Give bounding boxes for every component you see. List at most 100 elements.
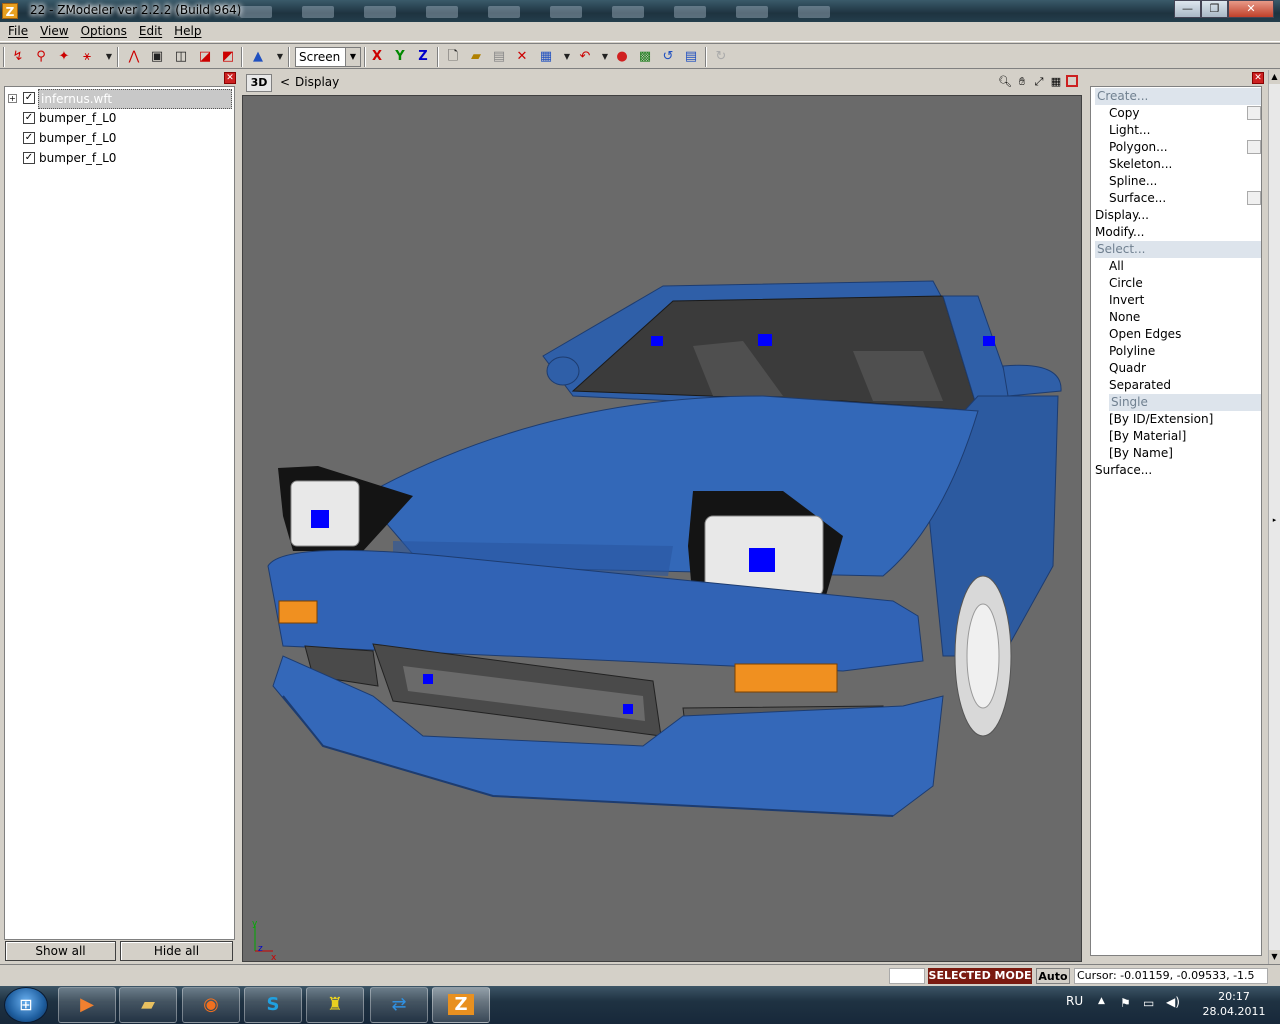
open-folder-icon[interactable]: ▰ <box>467 48 485 66</box>
cube-icon[interactable]: ◫ <box>172 48 190 66</box>
axis-z-toggle[interactable]: Z <box>414 48 432 66</box>
scroll-down-icon[interactable]: ▼ <box>1269 950 1280 964</box>
cube-edge-icon[interactable]: ◩ <box>219 48 237 66</box>
dropdown-arrow-icon[interactable]: ▼ <box>558 48 576 66</box>
scroll-thumb[interactable]: ▸ <box>1270 516 1279 526</box>
tree-item-root[interactable]: + ✓ infernus.wft <box>5 89 234 109</box>
options-box-icon[interactable] <box>1247 140 1261 154</box>
new-file-icon[interactable]: 🗋 <box>444 48 462 66</box>
close-button[interactable]: ✕ <box>1228 0 1274 18</box>
select-none[interactable]: None <box>1109 309 1261 326</box>
menu-view[interactable]: View <box>34 22 74 41</box>
network-icon[interactable]: ▭ <box>1143 996 1154 1010</box>
viewport-back-button[interactable]: < <box>280 75 290 89</box>
taskbar-teamviewer[interactable]: ⇄ <box>370 987 428 1023</box>
select-vertex-icon[interactable]: ↯ <box>9 48 27 66</box>
menu-options[interactable]: Options <box>75 22 133 41</box>
tree-item[interactable]: ✓ bumper_f_L0 <box>5 149 234 169</box>
create-light[interactable]: Light... <box>1109 122 1261 139</box>
minimize-button[interactable]: — <box>1174 0 1201 18</box>
auto-toggle[interactable]: Auto <box>1036 968 1070 984</box>
tree-item[interactable]: ✓ bumper_f_L0 <box>5 129 234 149</box>
select-section[interactable]: Select... <box>1095 241 1261 258</box>
tree-item[interactable]: ✓ bumper_f_L0 <box>5 109 234 129</box>
zmodeler-app-icon[interactable]: Z <box>2 3 18 19</box>
visibility-checkbox[interactable]: ✓ <box>23 112 35 124</box>
system-clock[interactable]: 20:17 28.04.2011 <box>1196 989 1272 1019</box>
select-invert[interactable]: Invert <box>1109 292 1261 309</box>
skeleton-icon[interactable]: ✦ <box>55 48 73 66</box>
dropdown-arrow-icon[interactable]: ▼ <box>100 48 118 66</box>
select-by-name[interactable]: [By Name] <box>1109 445 1261 462</box>
create-copy[interactable]: Copy <box>1109 105 1261 122</box>
chevron-down-icon[interactable]: ▼ <box>345 48 360 66</box>
create-surface[interactable]: Surface... <box>1109 190 1261 207</box>
start-button[interactable]: ⊞ <box>4 987 48 1023</box>
display-section[interactable]: Display... <box>1095 207 1261 224</box>
select-face-icon[interactable]: ⚹ <box>78 48 96 66</box>
taskbar-skype[interactable]: S <box>244 987 302 1023</box>
menu-edit[interactable]: Edit <box>133 22 168 41</box>
expand-icon[interactable]: + <box>8 94 17 103</box>
polyline-icon[interactable]: ⋀ <box>125 48 143 66</box>
language-indicator[interactable]: RU <box>1066 994 1083 1008</box>
undo-stack-icon[interactable]: ↶ <box>576 48 594 66</box>
maximize-button[interactable]: ❐ <box>1201 0 1228 18</box>
cube-wire-icon[interactable]: ▣ <box>148 48 166 66</box>
action-center-icon[interactable]: ⚑ <box>1120 996 1131 1010</box>
create-section[interactable]: Create... <box>1095 88 1261 105</box>
save-icon[interactable]: ▤ <box>490 48 508 66</box>
3d-viewport[interactable]: y x z <box>242 95 1082 962</box>
scroll-up-icon[interactable]: ▲ <box>1269 70 1280 84</box>
zoom-icon[interactable]: 🔍︎ <box>998 75 1012 89</box>
pan-hand-icon[interactable]: ✋︎ <box>1015 75 1029 89</box>
coordinate-mode-select[interactable]: Screen ▼ <box>295 47 361 67</box>
select-quadr[interactable]: Quadr <box>1109 360 1261 377</box>
select-by-material[interactable]: [By Material] <box>1109 428 1261 445</box>
axis-x-toggle[interactable]: X <box>368 48 386 66</box>
dropdown-arrow-icon[interactable]: ▼ <box>271 48 289 66</box>
select-single[interactable]: Single <box>1109 394 1261 411</box>
clipboard-icon[interactable]: ▦ <box>537 48 555 66</box>
taskbar-file-explorer[interactable]: ▰ <box>119 987 177 1023</box>
menu-file[interactable]: File <box>2 22 34 41</box>
dropdown-arrow-icon[interactable]: ▼ <box>596 48 614 66</box>
render-icon[interactable]: ▩ <box>636 48 654 66</box>
modify-section[interactable]: Modify... <box>1095 224 1261 241</box>
create-polygon[interactable]: Polygon... <box>1109 139 1261 156</box>
close-icon[interactable]: ✕ <box>224 72 236 84</box>
pivot-icon[interactable]: ▲ <box>249 48 267 66</box>
volume-icon[interactable]: ◀) <box>1166 995 1180 1009</box>
select-polyline[interactable]: Polyline <box>1109 343 1261 360</box>
redo-icon[interactable]: ↻ <box>712 48 730 66</box>
taskbar-media-player[interactable]: ▶ <box>58 987 116 1023</box>
select-circle[interactable]: Circle <box>1109 275 1261 292</box>
create-spline[interactable]: Spline... <box>1109 173 1261 190</box>
close-icon[interactable]: ✕ <box>1252 72 1264 84</box>
maximize-viewport-icon[interactable] <box>1066 75 1078 87</box>
visibility-checkbox[interactable]: ✓ <box>23 92 35 104</box>
visibility-checkbox[interactable]: ✓ <box>23 132 35 144</box>
taskbar-zmodeler[interactable]: Z <box>432 987 490 1023</box>
options-box-icon[interactable] <box>1247 106 1261 120</box>
taskbar-firefox[interactable]: ◉ <box>182 987 240 1023</box>
record-icon[interactable]: ● <box>613 48 631 66</box>
viewport-mode-button[interactable]: 3D <box>246 74 272 92</box>
select-separated[interactable]: Separated <box>1109 377 1261 394</box>
cube-red-icon[interactable]: ◪ <box>196 48 214 66</box>
surface-section[interactable]: Surface... <box>1095 462 1261 479</box>
create-skeleton[interactable]: Skeleton... <box>1109 156 1261 173</box>
visibility-checkbox[interactable]: ✓ <box>23 152 35 164</box>
axis-y-toggle[interactable]: Y <box>391 48 409 66</box>
options-box-icon[interactable] <box>1247 191 1261 205</box>
select-all[interactable]: All <box>1109 258 1261 275</box>
taskbar-game-app[interactable]: ♜ <box>306 987 364 1023</box>
select-open-edges[interactable]: Open Edges <box>1109 326 1261 343</box>
delete-icon[interactable]: ✕ <box>513 48 531 66</box>
notes-icon[interactable]: ▤ <box>682 48 700 66</box>
mode-indicator[interactable]: SELECTED MODE <box>928 968 1032 984</box>
select-by-id[interactable]: [By ID/Extension] <box>1109 411 1261 428</box>
layout-icon[interactable]: ▦ <box>1049 75 1063 89</box>
menu-help[interactable]: Help <box>168 22 207 41</box>
show-all-button[interactable]: Show all <box>5 941 116 961</box>
